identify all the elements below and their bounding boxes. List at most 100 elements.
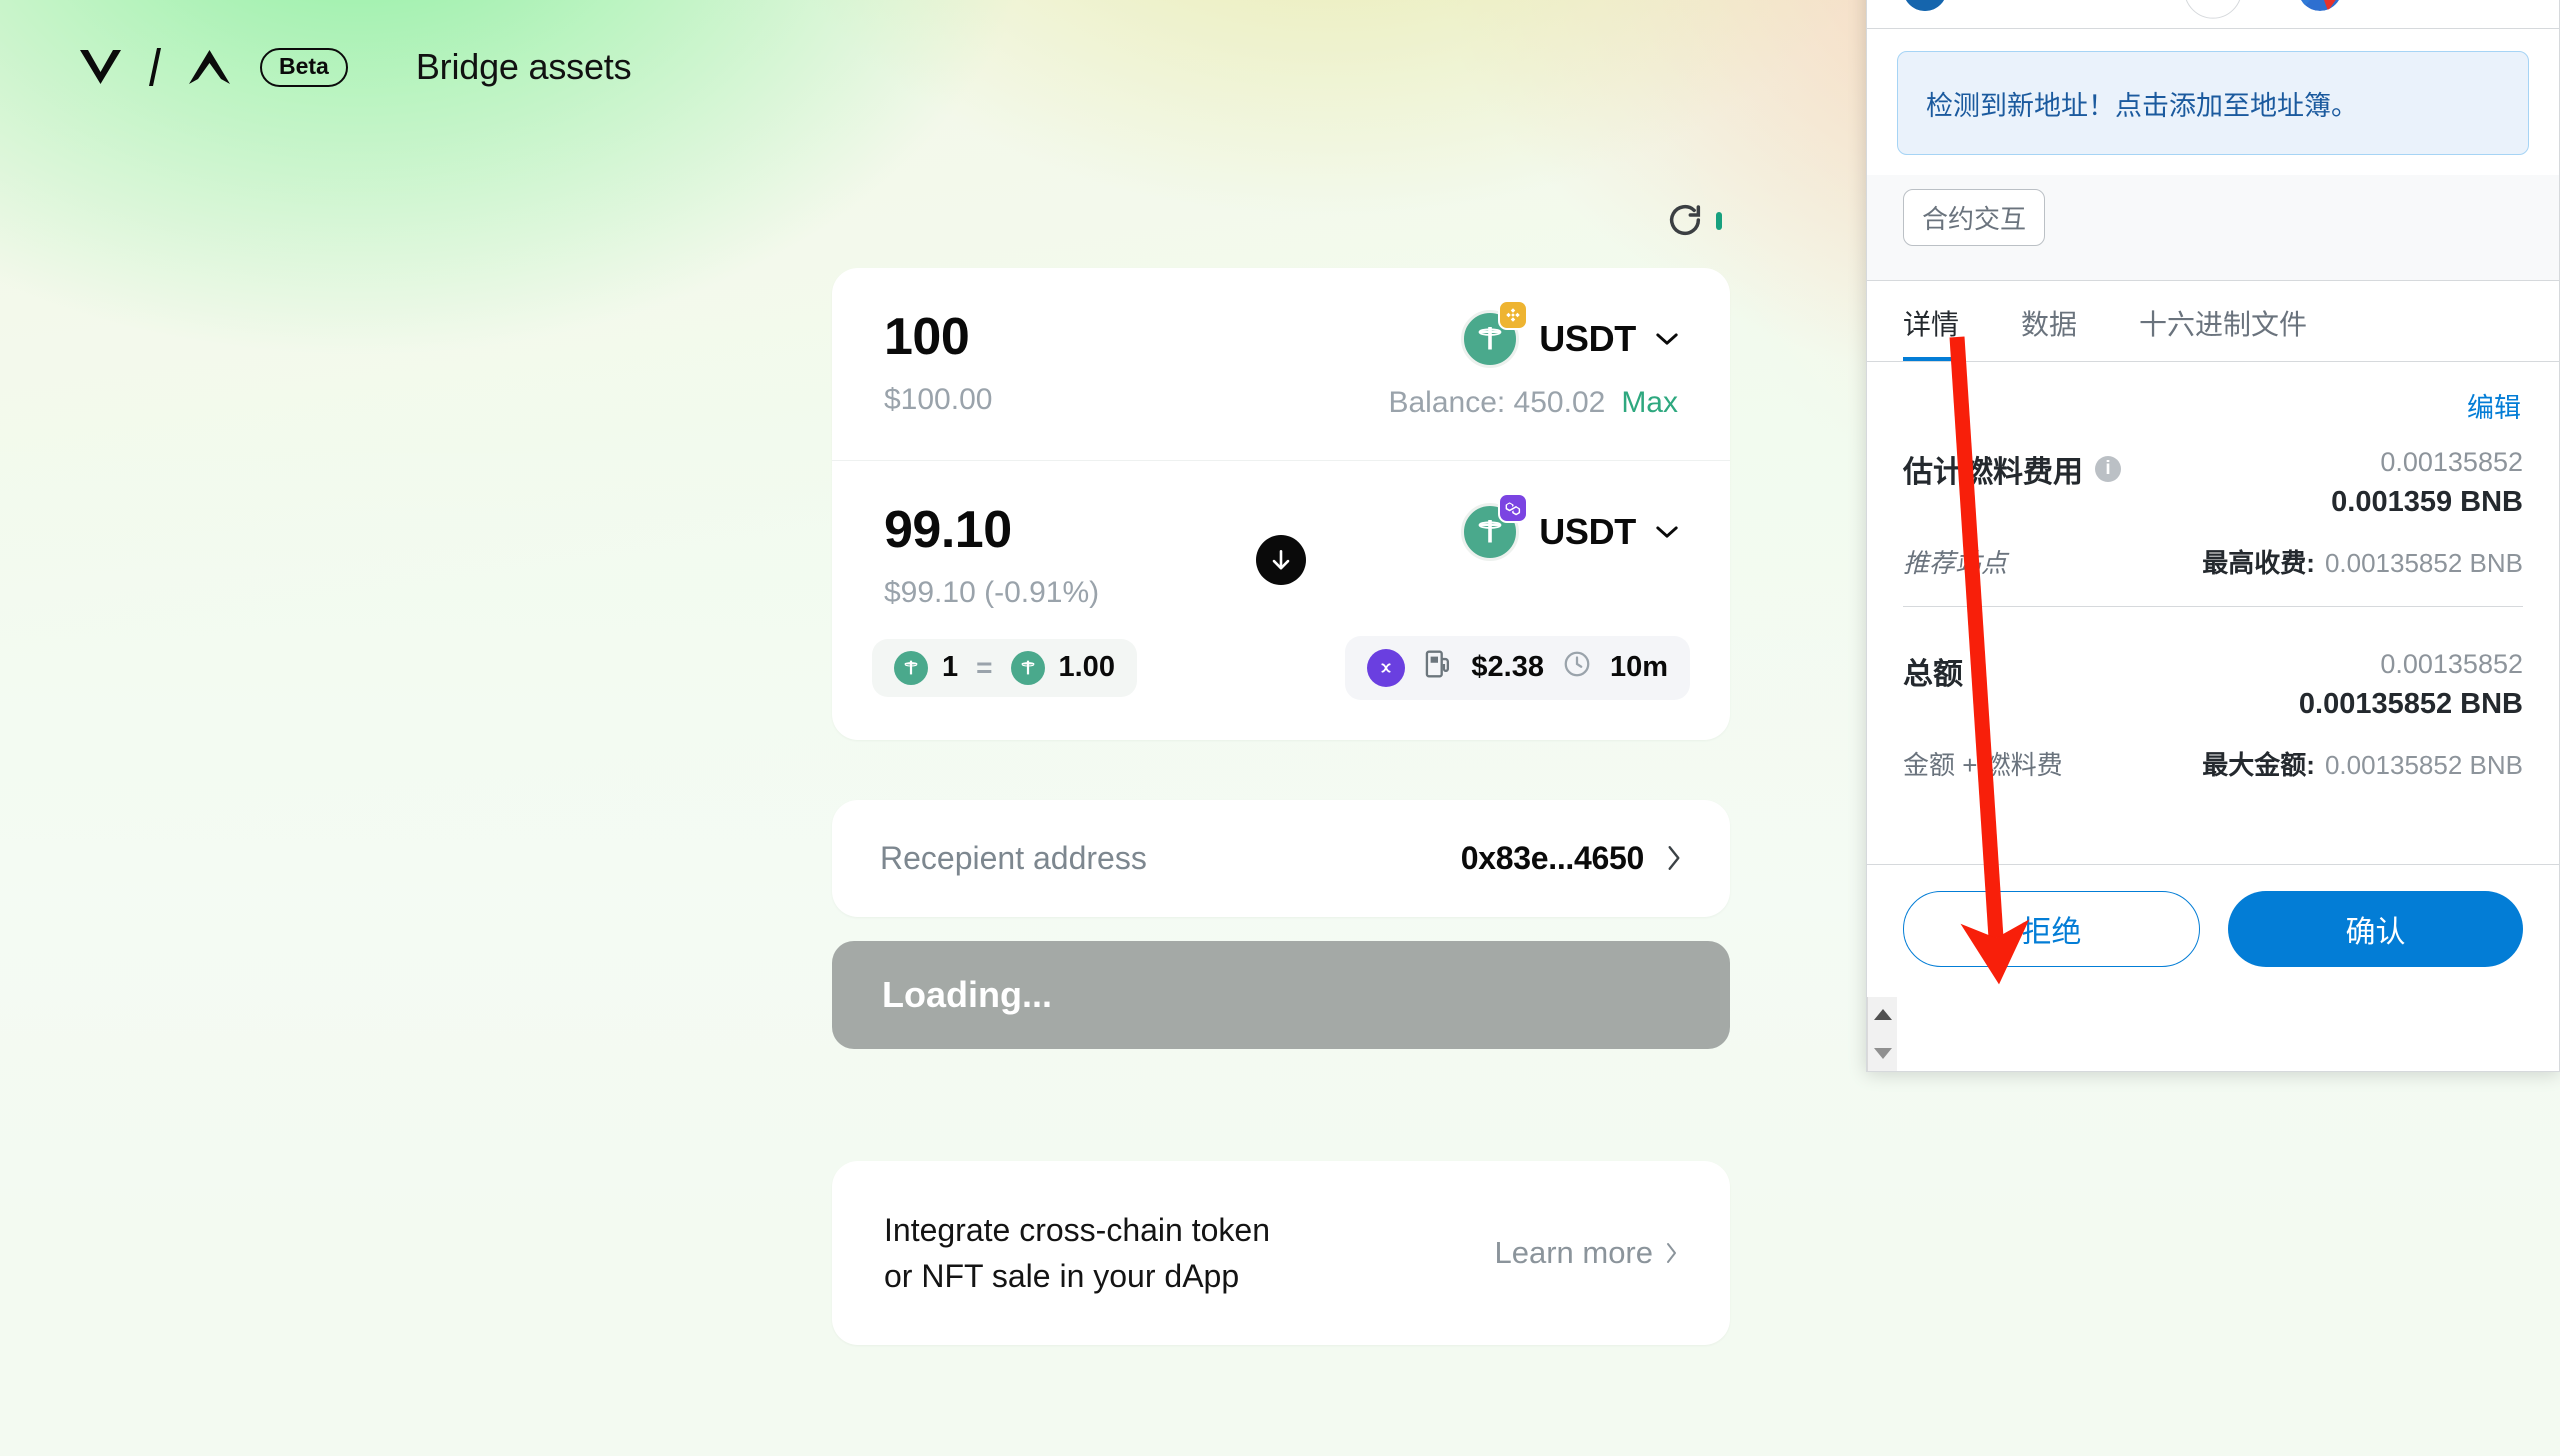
gas-fee-values: 0.00135852 0.001359 BNB — [2331, 447, 2523, 519]
chevron-right-icon — [1668, 846, 1680, 871]
to-amount-block: 99.10 $99.10 (-0.91%) — [884, 503, 1099, 610]
promo-text: Integrate cross-chain token or NFT sale … — [884, 1207, 1270, 1300]
gas-fee-row: 估计燃料费用 i 0.00135852 0.001359 BNB — [1903, 447, 2523, 519]
max-button[interactable]: Max — [1621, 386, 1678, 420]
arrow-down-icon — [1272, 550, 1290, 570]
rate-equals-sign: = — [976, 651, 993, 683]
recipient-label: Recepient address — [880, 839, 1147, 876]
from-token-selector[interactable]: USDT — [1461, 300, 1678, 368]
total-max-value: 0.00135852 BNB — [2324, 750, 2523, 780]
beta-badge: Beta — [260, 47, 348, 87]
swap-card-wrapper: 100 $100.00 USDT Balance: 450.02 Max 99.… — [832, 268, 1730, 740]
transaction-type-chip: 合约交互 — [1903, 189, 2046, 246]
route-info-pill[interactable]: $2.38 10m — [1345, 635, 1690, 700]
rate-left-value: 1 — [942, 651, 959, 684]
promo-line-2: or NFT sale in your dApp — [884, 1257, 1240, 1294]
from-account-chip[interactable]: Account 2 — [1903, 0, 2090, 11]
page-title: Bridge assets — [415, 46, 632, 87]
to-token-icon-wrap — [1461, 493, 1529, 561]
estimated-time-value: 10m — [1609, 651, 1668, 684]
rate-right-value: 1.00 — [1058, 651, 1115, 684]
to-token-symbol: USDT — [1539, 511, 1636, 552]
learn-more-label: Learn more — [1494, 1234, 1653, 1270]
clock-icon — [1562, 649, 1592, 687]
gas-fee-alt-value: 0.00135852 — [2380, 447, 2523, 477]
to-account-address: 0xc30...e1B0 — [2360, 0, 2523, 5]
swap-direction-button[interactable] — [1256, 535, 1306, 585]
total-label: 总额 — [1903, 658, 1963, 691]
scroll-down-icon[interactable] — [1873, 1048, 1892, 1059]
metamask-type-bar: 合约交互 — [1867, 175, 2559, 281]
bridge-panel: 100 $100.00 USDT Balance: 450.02 Max 99.… — [832, 0, 1730, 1346]
avatar — [2298, 0, 2342, 11]
to-fiat-value: $99.10 (-0.91%) — [884, 575, 1100, 609]
edit-gas-link[interactable]: 编辑 — [1903, 362, 2523, 425]
from-balance-label: Balance: 450.02 — [1388, 386, 1606, 419]
rate-route-row: 1 = 1.00 $2.38 10m — [832, 635, 1730, 740]
total-sub-row: 金额 + 燃料费 最大金额: 0.00135852 BNB — [1903, 745, 2523, 782]
tab-hex[interactable]: 十六进制文件 — [2139, 303, 2307, 361]
to-account-chip[interactable]: 0xc30...e1B0 — [2298, 0, 2523, 11]
refresh-icon[interactable] — [1662, 197, 1708, 243]
recipient-address-value: 0x83e...4650 — [1460, 839, 1645, 876]
total-block: 总额 0.00135852 0.00135852 BNB 金额 + 燃料费 最大… — [1903, 607, 2523, 808]
metamask-account-header: Account 2 0xc30...e1B0 — [1867, 0, 2559, 29]
from-section: 100 $100.00 USDT Balance: 450.02 Max — [832, 268, 1730, 460]
gas-pump-icon — [1423, 648, 1453, 688]
metamask-banner-wrap: 检测到新地址！点击添加至地址簿。 — [1867, 29, 2559, 175]
refresh-status-dot — [1716, 212, 1722, 230]
confirm-button[interactable]: 确认 — [2228, 891, 2523, 967]
from-amount-block: 100 $100.00 — [884, 310, 992, 417]
app-header: Beta Bridge assets — [78, 46, 632, 88]
scroll-up-icon[interactable] — [1873, 1009, 1892, 1020]
exchange-rate-pill: 1 = 1.00 — [872, 638, 1137, 697]
gas-fee-block: 估计燃料费用 i 0.00135852 0.001359 BNB 推荐站点 最高… — [1903, 425, 2523, 606]
metamask-details-body: 编辑 估计燃料费用 i 0.00135852 0.001359 BNB 推荐站点 — [1867, 362, 2559, 864]
avatar — [1903, 0, 1947, 11]
from-fiat-value: $100.00 — [884, 382, 993, 416]
total-max-group: 最大金额: 0.00135852 BNB — [2202, 745, 2523, 782]
metamask-content: Account 2 0xc30...e1B0 检测到新地址！点击添加至地址簿。 … — [1867, 0, 2559, 997]
usdt-icon — [894, 650, 928, 685]
popup-scrollbar[interactable] — [1867, 997, 1897, 1071]
submit-button[interactable]: Loading... — [832, 940, 1730, 1049]
to-token-selector[interactable]: USDT — [1461, 493, 1678, 561]
gas-fee-main-value: 0.001359 BNB — [2331, 486, 2523, 518]
bnb-chain-icon — [1498, 300, 1529, 330]
new-address-banner[interactable]: 检测到新地址！点击添加至地址簿。 — [1897, 51, 2529, 155]
refresh-row — [832, 190, 1730, 250]
total-row: 总额 0.00135852 0.00135852 BNB — [1903, 649, 2523, 721]
tab-data[interactable]: 数据 — [2021, 303, 2077, 361]
total-main-value: 0.00135852 BNB — [2298, 688, 2523, 720]
gas-fee-max-group: 最高收费: 0.00135852 BNB — [2202, 543, 2523, 580]
gas-fee-max-label: 最高收费: — [2202, 548, 2315, 578]
gas-fee-sub-row: 推荐站点 最高收费: 0.00135852 BNB — [1903, 543, 2523, 580]
info-icon[interactable]: i — [2095, 456, 2121, 482]
from-amount-input[interactable]: 100 — [884, 310, 992, 365]
metamask-tabs: 详情 数据 十六进制文件 — [1867, 281, 2559, 362]
chevron-right-icon — [1667, 1242, 1676, 1263]
from-account-name: Account 2 — [1965, 0, 2090, 5]
polygon-chain-icon — [1498, 493, 1529, 523]
recipient-address-row[interactable]: Recepient address 0x83e...4650 — [832, 799, 1730, 917]
chevron-down-icon — [1656, 525, 1678, 538]
via-logo-icon[interactable] — [78, 46, 232, 88]
total-max-label: 最大金额: — [2202, 750, 2315, 780]
gas-fee-value: $2.38 — [1471, 651, 1544, 684]
total-alt-value: 0.00135852 — [2380, 649, 2523, 679]
metamask-footer: 拒绝 确认 — [1867, 864, 2559, 997]
to-amount-value[interactable]: 99.10 — [884, 503, 1099, 558]
to-token-column: USDT — [1461, 493, 1678, 561]
reject-button[interactable]: 拒绝 — [1903, 891, 2200, 967]
promo-card: Integrate cross-chain token or NFT sale … — [832, 1160, 1730, 1346]
tab-details[interactable]: 详情 — [1903, 303, 1960, 361]
from-balance-row: Balance: 450.02 Max — [1388, 386, 1678, 420]
from-token-column: USDT Balance: 450.02 Max — [1388, 300, 1678, 420]
arrow-right-icon — [2184, 0, 2242, 19]
from-token-symbol: USDT — [1539, 318, 1636, 359]
learn-more-link[interactable]: Learn more — [1494, 1235, 1678, 1271]
gas-fee-max-value: 0.00135852 BNB — [2324, 548, 2523, 578]
swap-card: 100 $100.00 USDT Balance: 450.02 Max 99.… — [832, 268, 1730, 740]
recipient-value-group: 0x83e...4650 — [1461, 840, 1682, 877]
gas-fee-site-label: 推荐站点 — [1903, 548, 2008, 578]
